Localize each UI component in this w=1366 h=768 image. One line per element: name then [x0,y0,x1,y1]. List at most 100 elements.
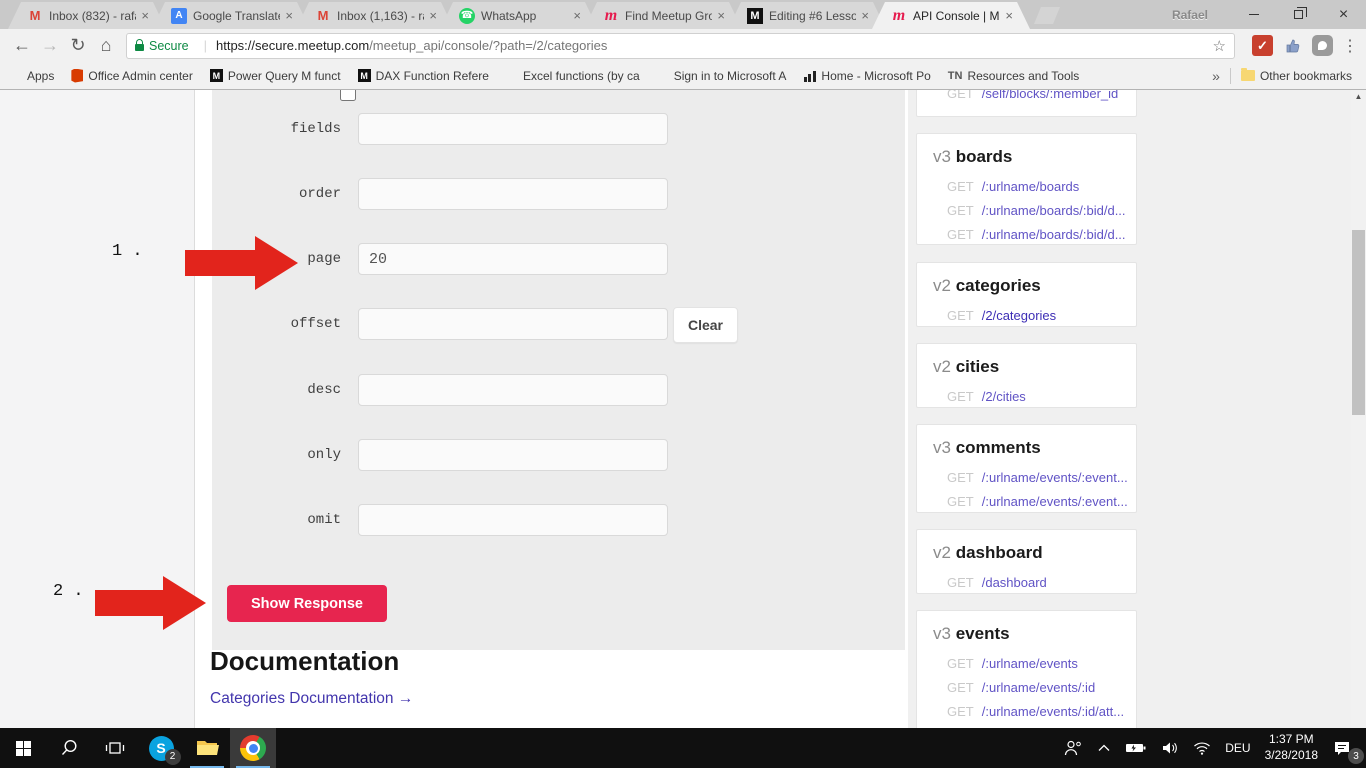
tab-find-meetup-group[interactable]: m Find Meetup Grou × [584,2,742,29]
endpoint-link[interactable]: /:urlname/boards/:bid/d... [982,227,1126,242]
scrollbar-thumb[interactable] [1352,230,1365,415]
battery-button[interactable] [1118,728,1154,768]
endpoint-link[interactable]: /:urlname/events/:event... [982,470,1128,485]
chrome-menu-icon[interactable]: ⋮ [1342,36,1358,56]
bookmark-office-admin[interactable]: Office Admin center [71,69,193,83]
bookmark-sign-in-microsoft[interactable]: Sign in to Microsoft A [657,69,787,83]
endpoint-link[interactable]: /:urlname/boards [982,179,1080,194]
security-label: Secure [149,39,189,53]
offset-input[interactable] [358,308,668,340]
bookmark-excel-functions[interactable]: Excel functions (by ca [506,69,640,83]
wifi-button[interactable] [1186,728,1218,768]
whatsapp-icon: ☎ [459,8,475,24]
scrollbar-up-icon[interactable]: ▲ [1351,92,1366,101]
bookmark-power-query[interactable]: M Power Query M funct [210,69,341,83]
bookmarks-overflow-chevron[interactable]: » [1212,68,1220,84]
taskbar-search-button[interactable] [46,728,92,768]
url-path: /meetup_api/console/?path=/2/categories [369,38,607,53]
bookmark-apps[interactable]: Apps [10,69,54,83]
api-version: v3 [933,438,951,457]
tab-inbox-832[interactable]: M Inbox (832) - rafae × [8,2,166,29]
tab-title: Editing #6 Lesson [769,9,856,23]
endpoint-link[interactable]: /dashboard [982,575,1047,590]
tab-close-icon[interactable]: × [861,9,869,22]
restore-button[interactable] [1276,0,1321,29]
endpoint-link[interactable]: /self/blocks/:member_id [982,90,1119,101]
skype-icon: S 2 [149,736,174,761]
endpoint-card-partial: GET/self/blocks/:member_id [916,90,1137,117]
endpoint-link[interactable]: /:urlname/events/:event... [982,494,1128,509]
bookmark-label: Excel functions (by ca [523,69,640,83]
other-bookmarks-folder[interactable]: Other bookmarks [1241,69,1352,83]
api-version: v2 [933,276,951,295]
tab-close-icon[interactable]: × [429,9,437,22]
categories-documentation-link[interactable]: Categories Documentation → [210,690,413,708]
reload-button[interactable]: ↻ [64,32,92,60]
tab-close-icon[interactable]: × [1005,9,1013,22]
action-center-button[interactable]: 3 [1325,728,1366,768]
fields-input[interactable] [358,113,668,145]
omit-input[interactable] [358,504,668,536]
endpoint-link[interactable]: /:urlname/boards/:bid/d... [982,203,1126,218]
bookmark-home-microsoft-power[interactable]: Home - Microsoft Po [803,69,930,83]
new-tab-button[interactable] [1034,7,1060,24]
field-label-only: only [212,439,350,471]
endpoint-link[interactable]: /:urlname/events/:id [982,680,1095,695]
pocket-extension-icon[interactable] [1312,35,1333,56]
param-checkbox[interactable] [340,90,356,101]
show-response-button[interactable]: Show Response [227,585,387,622]
tab-inbox-1163[interactable]: M Inbox (1,163) - rafa × [296,2,454,29]
desc-input[interactable] [358,374,668,406]
endpoint-link[interactable]: /:urlname/events/:id/att... [982,704,1124,719]
bookmark-tn-resources[interactable]: TN Resources and Tools [948,69,1080,83]
language-indicator[interactable]: DEU [1218,728,1257,768]
tray-expand-button[interactable] [1090,728,1118,768]
tab-close-icon[interactable]: × [717,9,725,22]
tab-api-console-active[interactable]: m API Console | Mee × [872,2,1030,29]
taskbar-clock[interactable]: 1:37 PM 3/28/2018 [1258,728,1325,768]
url-text[interactable]: https://secure.meetup.com/meetup_api/con… [216,38,1207,53]
annotation-step-1: 1 . [112,242,143,261]
endpoint-link-selected[interactable]: /2/categories [982,308,1056,323]
address-bar[interactable]: Secure | https://secure.meetup.com/meetu… [126,33,1235,59]
minimize-button[interactable] [1231,0,1276,29]
bookmark-label: Sign in to Microsoft A [674,69,787,83]
tab-close-icon[interactable]: × [141,9,149,22]
only-input[interactable] [358,439,668,471]
endpoint-row: GET/dashboard [917,571,1136,594]
volume-button[interactable] [1154,728,1186,768]
red-arrow-2 [95,576,206,630]
clear-button[interactable]: Clear [673,307,738,343]
task-view-button[interactable] [92,728,138,768]
order-input[interactable] [358,178,668,210]
http-method: GET [947,90,974,101]
forward-button[interactable]: → [36,32,64,60]
secure-chip[interactable]: Secure [135,39,189,53]
bookmark-dax-reference[interactable]: M DAX Function Refere [358,69,489,83]
endpoint-link[interactable]: /:urlname/events [982,656,1078,671]
skype-button[interactable]: S 2 [138,728,184,768]
tab-close-icon[interactable]: × [285,9,293,22]
todo-extension-icon[interactable]: ✓ [1252,35,1273,56]
tab-editing-lesson[interactable]: M Editing #6 Lesson × [728,2,886,29]
back-button[interactable]: ← [8,32,36,60]
tab-title: API Console | Mee [913,9,1000,23]
close-button[interactable]: × [1321,0,1366,29]
tab-close-icon[interactable]: × [573,9,581,22]
file-explorer-button[interactable] [184,728,230,768]
like-extension-icon[interactable] [1282,35,1303,56]
url-separator: | [204,38,207,53]
home-button[interactable]: ⌂ [92,32,120,60]
chrome-button[interactable] [230,728,276,768]
tab-google-translate[interactable]: A Google Translate × [152,2,310,29]
start-button[interactable] [0,728,46,768]
endpoint-link[interactable]: /2/cities [982,389,1026,404]
page-scrollbar[interactable]: ▲ [1351,90,1366,728]
page-input[interactable] [358,243,668,275]
profile-name[interactable]: Rafael [1172,8,1208,22]
tab-whatsapp[interactable]: ☎ WhatsApp × [440,2,598,29]
bookmark-star-icon[interactable]: ☆ [1213,37,1226,55]
bookmarks-divider [1230,68,1231,84]
people-button[interactable] [1056,728,1090,768]
endpoint-row: GET/:urlname/boards/:bid/d... [917,199,1136,223]
